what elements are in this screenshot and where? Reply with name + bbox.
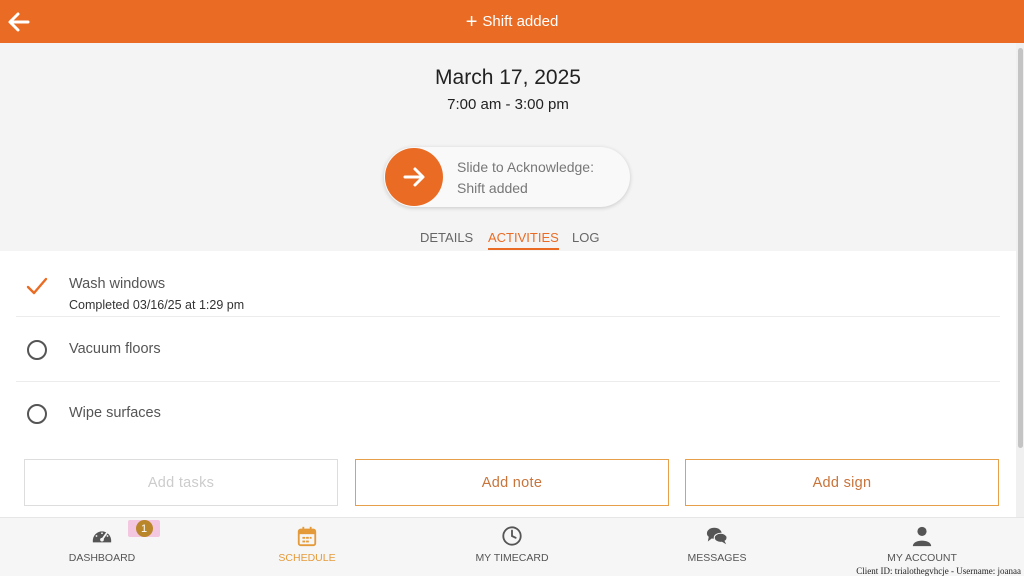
nav-label: MY TIMECARD [475,552,549,564]
activity-title: Wipe surfaces [69,405,161,421]
nav-dashboard[interactable]: DASHBOARD [2,518,202,576]
acknowledge-slider[interactable]: Slide to Acknowledge: Shift added [384,147,630,207]
slider-label-line1: Slide to Acknowledge: [457,159,594,175]
client-id-footer: Client ID: trialothegvhcje - Username: j… [856,566,1021,576]
calendar-icon [297,526,317,547]
checkmark-icon[interactable] [26,275,48,297]
activity-title: Wash windows [69,276,166,292]
clock-icon [502,526,522,546]
activity-item[interactable]: Wipe surfaces [16,382,1000,446]
nav-messages[interactable]: MESSAGES [617,518,817,576]
nav-label: SCHEDULE [278,552,336,564]
activity-item[interactable]: Wash windows Completed 03/16/25 at 1:29 … [16,253,1000,317]
nav-label: DASHBOARD [68,552,136,564]
page-title-text: Shift added [482,13,559,30]
notification-badge: 1 [128,520,160,537]
slider-label-line2: Shift added [457,180,528,196]
nav-schedule[interactable]: SCHEDULE [207,518,407,576]
plus-icon: + [465,10,478,33]
scrollbar-thumb[interactable] [1018,48,1023,448]
user-icon [912,526,932,547]
slider-handle[interactable] [385,148,443,206]
nav-label: MESSAGES [687,552,747,564]
add-tasks-button[interactable]: Add tasks [24,459,338,506]
activity-item[interactable]: Vacuum floors [16,318,1000,382]
shift-date: March 17, 2025 [435,66,581,89]
shift-time: 7:00 am - 3:00 pm [447,96,569,113]
radio-circle-icon[interactable] [26,339,48,361]
top-bar: + Shift added [0,0,1024,43]
nav-label: MY ACCOUNT [887,552,957,564]
nav-my-timecard[interactable]: MY TIMECARD [412,518,612,576]
tab-details[interactable]: DETAILS [420,230,473,250]
add-sign-button[interactable]: Add sign [685,459,999,506]
activity-title: Vacuum floors [69,341,161,357]
slider-label: Slide to Acknowledge: Shift added [457,157,594,199]
speedometer-icon [92,531,112,543]
badge-count: 1 [135,520,153,537]
chat-bubbles-icon [706,527,728,545]
add-note-button[interactable]: Add note [355,459,669,506]
radio-circle-icon[interactable] [26,403,48,425]
arrow-right-icon [403,167,425,187]
tab-activities[interactable]: ACTIVITIES [488,230,559,250]
tab-log[interactable]: LOG [572,230,599,250]
page-title: + Shift added [0,0,1024,43]
activity-completed-text: Completed 03/16/25 at 1:29 pm [69,298,245,312]
